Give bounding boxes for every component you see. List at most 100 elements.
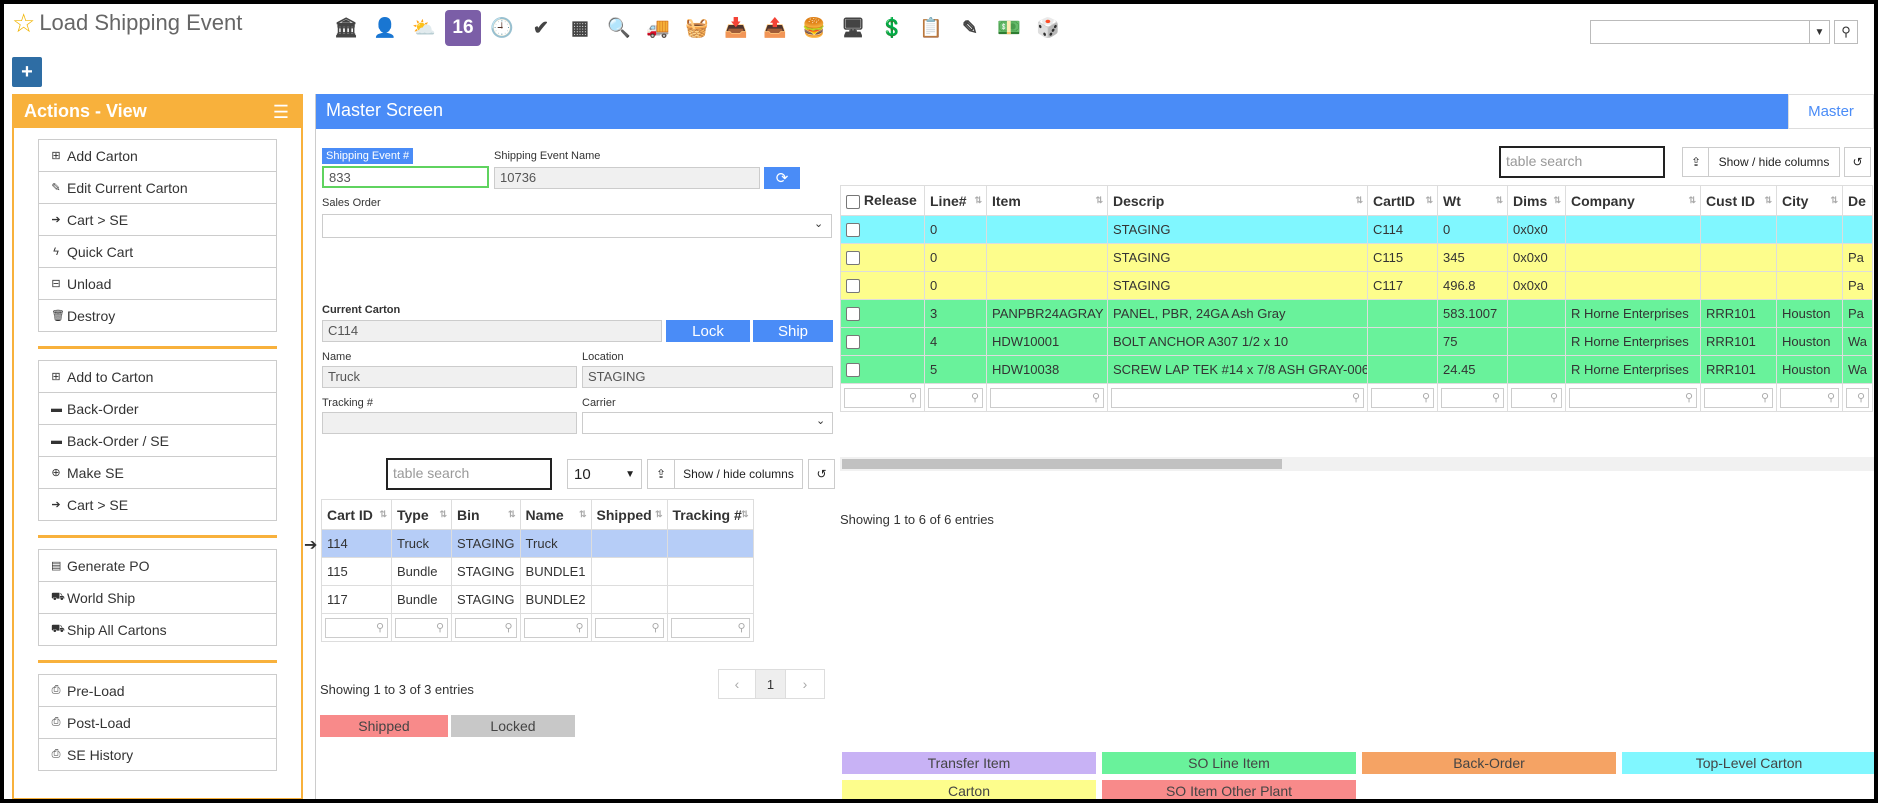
- items-reset-button[interactable]: ↺: [1844, 147, 1871, 177]
- clock-icon[interactable]: 🕘: [484, 10, 520, 46]
- column-filter-input[interactable]: ⚲: [1511, 387, 1562, 408]
- table-row[interactable]: 0 STAGING C114 0 0x0x0: [840, 215, 1873, 244]
- action-generate-po[interactable]: ▤ Generate PO: [38, 549, 277, 582]
- table-row[interactable]: 3 PANPBR24AGRAY PANEL, PBR, 24GA Ash Gray 5…: [840, 299, 1873, 328]
- name-input[interactable]: Truck: [322, 366, 577, 388]
- cart-col-header[interactable]: Bin ⇅: [451, 499, 521, 530]
- sort-icon[interactable]: ⇅: [655, 509, 663, 520]
- clipboard-icon[interactable]: 📋: [913, 10, 949, 46]
- items-col-header[interactable]: Cust ID ⇅: [1700, 185, 1777, 216]
- items-col-header[interactable]: Wt ⇅: [1437, 185, 1508, 216]
- items-col-header[interactable]: Descrip ⇅: [1107, 185, 1368, 216]
- column-filter-input[interactable]: ⚲: [395, 617, 448, 638]
- items-table-search[interactable]: table search: [1499, 146, 1665, 178]
- action-add-carton[interactable]: ⊞ Add Carton: [38, 139, 277, 172]
- top-search-button[interactable]: ⚲: [1834, 20, 1858, 44]
- release-checkbox[interactable]: [846, 363, 860, 378]
- lock-button[interactable]: Lock: [666, 320, 750, 342]
- cart-col-header[interactable]: Name ⇅: [519, 499, 592, 530]
- shipping-event-input[interactable]: 833: [322, 166, 489, 188]
- items-col-header[interactable]: Release: [840, 185, 925, 216]
- action-cart-se[interactable]: ➔ Cart > SE: [38, 488, 277, 521]
- top-select[interactable]: ▼: [1590, 20, 1830, 44]
- items-col-header[interactable]: Dims ⇅: [1507, 185, 1566, 216]
- column-filter-input[interactable]: ⚲: [1780, 387, 1839, 408]
- star-icon[interactable]: ☆: [12, 10, 35, 36]
- items-show-hide-columns-button[interactable]: Show / hide columns: [1708, 147, 1840, 177]
- upload-box-icon[interactable]: 📤: [757, 10, 793, 46]
- download-box-icon[interactable]: 📥: [718, 10, 754, 46]
- action-pre-load[interactable]: ⎙ Pre-Load: [38, 674, 277, 707]
- action-quick-cart[interactable]: ϟ Quick Cart: [38, 235, 277, 268]
- location-input[interactable]: STAGING: [582, 366, 833, 388]
- sort-icon[interactable]: ⇅: [1553, 195, 1561, 206]
- action-unload[interactable]: ⊟ Unload: [38, 267, 277, 300]
- action-make-se[interactable]: ⊕ Make SE: [38, 456, 277, 489]
- shipping-event-name-input[interactable]: 10736: [494, 167, 760, 189]
- sort-icon[interactable]: ⇅: [379, 509, 387, 520]
- column-filter-input[interactable]: ⚲: [455, 617, 517, 638]
- sort-icon[interactable]: ⇅: [1425, 195, 1433, 206]
- calendar-icon[interactable]: 16: [445, 10, 481, 46]
- screen-icon[interactable]: 🖥: [835, 10, 871, 46]
- release-checkbox[interactable]: [846, 223, 860, 238]
- table-row[interactable]: 4 HDW10001 BOLT ANCHOR A307 1/2 x 10 75 R Ho…: [840, 327, 1873, 356]
- cart-col-header[interactable]: Cart ID ⇅: [321, 499, 392, 530]
- column-filter-input[interactable]: ⚲: [594, 617, 664, 638]
- table-row[interactable]: 114 Truck STAGING Truck: [321, 529, 754, 558]
- action-add-to-carton[interactable]: ⊞ Add to Carton: [38, 360, 277, 393]
- weather-icon[interactable]: ⛅: [406, 10, 442, 46]
- action-edit-current-carton[interactable]: ✎ Edit Current Carton: [38, 171, 277, 204]
- dice-icon[interactable]: 🎲: [1030, 10, 1066, 46]
- current-carton-input[interactable]: C114: [322, 320, 662, 342]
- column-filter-input[interactable]: ⚲: [670, 617, 750, 638]
- table-row[interactable]: 115 Bundle STAGING BUNDLE1: [321, 557, 754, 586]
- search-icon[interactable]: 🔍: [601, 10, 637, 46]
- items-col-header[interactable]: CartID ⇅: [1367, 185, 1438, 216]
- export-button[interactable]: ⇪: [647, 459, 675, 489]
- cart-col-header[interactable]: Tracking # ⇅: [666, 499, 754, 530]
- sort-icon[interactable]: ⇅: [1688, 195, 1696, 206]
- column-filter-input[interactable]: ⚲: [1371, 387, 1434, 408]
- truck-icon[interactable]: 🚚: [640, 10, 676, 46]
- items-col-header[interactable]: Item ⇅: [986, 185, 1108, 216]
- table-row[interactable]: 5 HDW10038 SCREW LAP TEK #14 x 7/8 ASH GRA…: [840, 355, 1873, 384]
- pen-paper-icon[interactable]: ✎: [952, 10, 988, 46]
- sort-icon[interactable]: ⇅: [1830, 195, 1838, 206]
- horizontal-scrollbar[interactable]: [840, 457, 1874, 471]
- user-icon[interactable]: 👤: [367, 10, 403, 46]
- show-hide-columns-button[interactable]: Show / hide columns: [674, 459, 803, 489]
- cart-col-header[interactable]: Type ⇅: [391, 499, 452, 530]
- action-post-load[interactable]: ⎙ Post-Load: [38, 706, 277, 739]
- chevron-down-icon[interactable]: ▼: [1809, 21, 1829, 43]
- table-row[interactable]: 0 STAGING C117 496.8 0x0x0 Pa: [840, 271, 1873, 300]
- keyboard-icon[interactable]: ▦: [562, 10, 598, 46]
- sort-icon[interactable]: ⇅: [1355, 195, 1363, 206]
- expand-button[interactable]: +: [12, 57, 42, 87]
- items-col-header[interactable]: De: [1842, 185, 1873, 216]
- bank-icon[interactable]: 🏛: [328, 10, 364, 46]
- action-se-history[interactable]: ⎙ SE History: [38, 738, 277, 771]
- column-filter-input[interactable]: ⚲: [1846, 387, 1869, 408]
- release-checkbox[interactable]: [846, 279, 860, 294]
- ship-button[interactable]: Ship: [753, 320, 833, 342]
- release-checkbox[interactable]: [846, 251, 860, 266]
- hamburger-menu-icon[interactable]: ☰: [273, 102, 289, 123]
- cart-table-search[interactable]: table search: [386, 458, 552, 490]
- column-filter-input[interactable]: ⚲: [844, 387, 921, 408]
- tracking-input[interactable]: [322, 412, 577, 434]
- scrollbar-thumb[interactable]: [842, 459, 1282, 469]
- action-cart-se[interactable]: ➔ Cart > SE: [38, 203, 277, 236]
- check-icon[interactable]: ✔: [523, 10, 559, 46]
- release-checkbox[interactable]: [846, 307, 860, 322]
- sort-icon[interactable]: ⇅: [1764, 195, 1772, 206]
- release-checkbox[interactable]: [846, 335, 860, 350]
- basket-icon[interactable]: 🧺: [679, 10, 715, 46]
- items-export-button[interactable]: ⇪: [1682, 147, 1710, 177]
- carrier-select[interactable]: [582, 412, 833, 434]
- sort-icon[interactable]: ⇅: [974, 195, 982, 206]
- column-filter-input[interactable]: ⚲: [990, 387, 1104, 408]
- column-filter-input[interactable]: ⚲: [1704, 387, 1773, 408]
- cart-col-header[interactable]: Shipped ⇅: [590, 499, 668, 530]
- table-row[interactable]: 0 STAGING C115 345 0x0x0 Pa: [840, 243, 1873, 272]
